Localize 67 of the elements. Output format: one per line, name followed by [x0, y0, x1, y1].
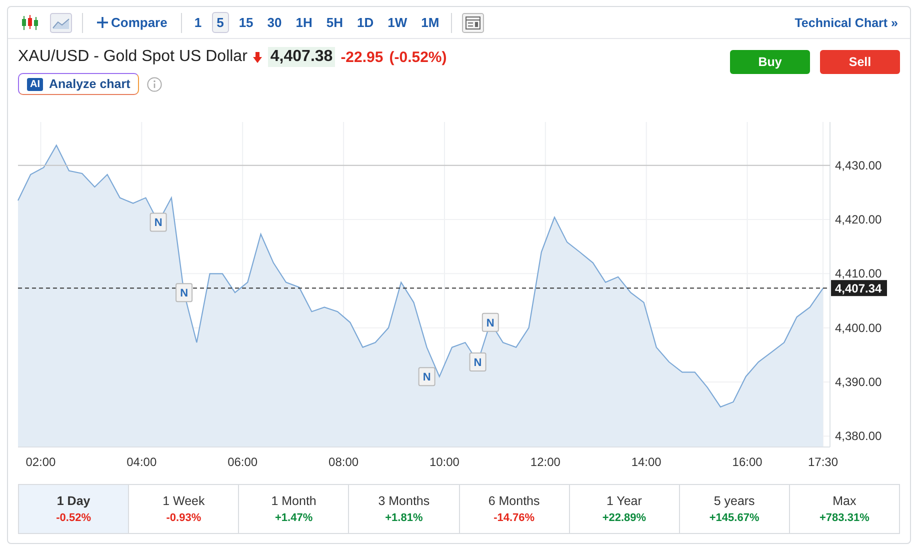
period-change: +1.47%	[275, 512, 313, 524]
layout-icon[interactable]	[462, 12, 484, 32]
x-axis-label: 06:00	[228, 455, 258, 469]
candlestick-icon[interactable]	[20, 14, 40, 32]
plus-icon	[97, 17, 108, 28]
news-marker[interactable]: N	[176, 283, 193, 302]
x-axis-label: 12:00	[530, 455, 560, 469]
news-marker[interactable]: N	[469, 352, 486, 372]
period-change: -0.93%	[166, 512, 202, 524]
interval-tab[interactable]: 5H	[322, 13, 348, 32]
period-change: +22.89%	[602, 512, 646, 524]
interval-tab[interactable]: 1H	[292, 13, 316, 32]
period-change: -14.76%	[494, 512, 535, 524]
y-axis-label: 4,410.00	[835, 266, 882, 281]
price-change: -22.95	[340, 48, 384, 66]
compare-button[interactable]: Compare	[93, 13, 172, 32]
buy-button[interactable]: Buy	[730, 50, 810, 74]
period-label: 1 Week	[162, 494, 205, 508]
current-price-label: 4,407.34	[831, 280, 887, 296]
annotation: N	[474, 356, 482, 369]
y-axis-label: 4,420.00	[835, 212, 882, 226]
period-change: +1.81%	[385, 512, 423, 524]
sell-button[interactable]: Sell	[820, 50, 900, 74]
x-axis-label: 04:00	[126, 455, 157, 469]
annotation: N	[422, 372, 431, 384]
news-marker[interactable]: N	[150, 212, 167, 232]
x-axis-label: 08:00	[328, 455, 359, 469]
period-label: 1 Day	[56, 494, 90, 508]
x-axis-label: 16:00	[732, 455, 762, 469]
period-label: Max	[832, 494, 856, 508]
interval-tab[interactable]: 5	[212, 12, 229, 33]
x-axis-label: 14:00	[631, 455, 662, 469]
period-change: +783.31%	[820, 512, 870, 524]
period-label: 5 years	[714, 494, 755, 508]
instrument-name: XAU/USD - Gold Spot US Dollar	[18, 48, 248, 66]
interval-tab[interactable]: 30	[263, 13, 286, 32]
interval-tab[interactable]: 1	[190, 13, 206, 32]
x-axis-label: 17:30	[808, 455, 838, 469]
technical-chart-link[interactable]: Technical Chart »	[794, 16, 898, 30]
x-axis-label: 02:00	[26, 455, 56, 469]
interval-tab[interactable]: 15	[234, 13, 258, 32]
analyze-chart-button[interactable]: AI Analyze chart	[18, 73, 140, 95]
period-label: 1 Year	[606, 494, 642, 508]
interval-tab[interactable]: 1D	[353, 13, 378, 32]
annotation: N	[486, 317, 494, 330]
y-axis-label: 4,430.00	[835, 158, 882, 172]
annotation: N	[180, 288, 188, 300]
area-chart-icon[interactable]	[50, 12, 72, 32]
period-label: 3 Months	[378, 494, 430, 508]
period-tab[interactable]: 1 Day -0.52%	[19, 485, 128, 533]
y-axis-label: 4,380.00	[835, 429, 882, 444]
period-label: 6 Months	[488, 494, 540, 508]
down-arrow-icon	[253, 52, 262, 62]
news-marker[interactable]: N	[482, 312, 499, 332]
interval-tab[interactable]: 1W	[384, 13, 412, 32]
interval-tab[interactable]: 1M	[417, 13, 444, 32]
annotation: N	[154, 217, 162, 230]
price-change-percent: (-0.52%)	[389, 48, 447, 66]
period-change: +145.67%	[709, 512, 760, 524]
period-change: -0.52%	[56, 512, 91, 524]
last-price: 4,407.38	[268, 47, 335, 67]
period-label: 1 Month	[271, 494, 316, 508]
y-axis-label: 4,390.00	[835, 375, 882, 389]
ref-line-label: 4,407.34	[835, 282, 882, 296]
y-axis-label: 4,400.00	[835, 320, 882, 335]
news-marker[interactable]: N	[418, 367, 436, 386]
x-axis-label: 10:00	[429, 455, 460, 469]
